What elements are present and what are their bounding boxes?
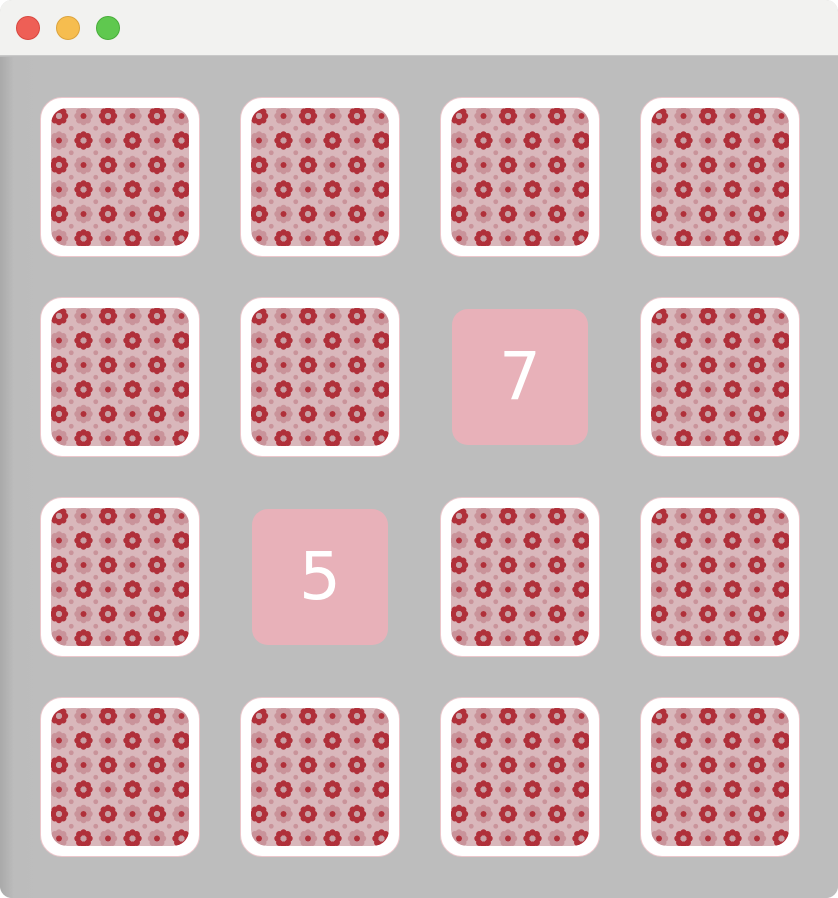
card-back-pattern xyxy=(251,708,389,846)
card-back-pattern xyxy=(51,308,189,446)
card-1[interactable] xyxy=(40,97,200,257)
card-15[interactable] xyxy=(440,697,600,857)
card-9[interactable] xyxy=(40,497,200,657)
card-back-pattern xyxy=(251,108,389,246)
card-back-pattern xyxy=(451,708,589,846)
card-back-pattern xyxy=(51,508,189,646)
card-value: 5 xyxy=(299,538,341,615)
card-2[interactable] xyxy=(240,97,400,257)
card-back-pattern xyxy=(651,108,789,246)
card-back-pattern xyxy=(451,508,589,646)
card-back-pattern xyxy=(51,108,189,246)
minimize-window-button[interactable] xyxy=(56,16,80,40)
card-7[interactable]: 7 xyxy=(452,309,588,445)
card-back-pattern xyxy=(651,508,789,646)
close-window-button[interactable] xyxy=(16,16,40,40)
card-4[interactable] xyxy=(640,97,800,257)
card-back-pattern xyxy=(51,708,189,846)
card-back-pattern xyxy=(651,308,789,446)
card-11[interactable] xyxy=(440,497,600,657)
card-value: 7 xyxy=(499,338,541,415)
card-3[interactable] xyxy=(440,97,600,257)
card-back-pattern xyxy=(251,308,389,446)
card-16[interactable] xyxy=(640,697,800,857)
card-back-pattern xyxy=(451,108,589,246)
card-6[interactable] xyxy=(240,297,400,457)
game-window: 7 5 xyxy=(0,0,838,898)
card-back-pattern xyxy=(651,708,789,846)
title-bar xyxy=(0,0,838,56)
card-5[interactable] xyxy=(40,297,200,457)
card-board: 7 5 xyxy=(0,57,838,898)
card-12[interactable] xyxy=(640,497,800,657)
card-14[interactable] xyxy=(240,697,400,857)
card-10[interactable]: 5 xyxy=(252,509,388,645)
card-13[interactable] xyxy=(40,697,200,857)
zoom-window-button[interactable] xyxy=(96,16,120,40)
card-8[interactable] xyxy=(640,297,800,457)
